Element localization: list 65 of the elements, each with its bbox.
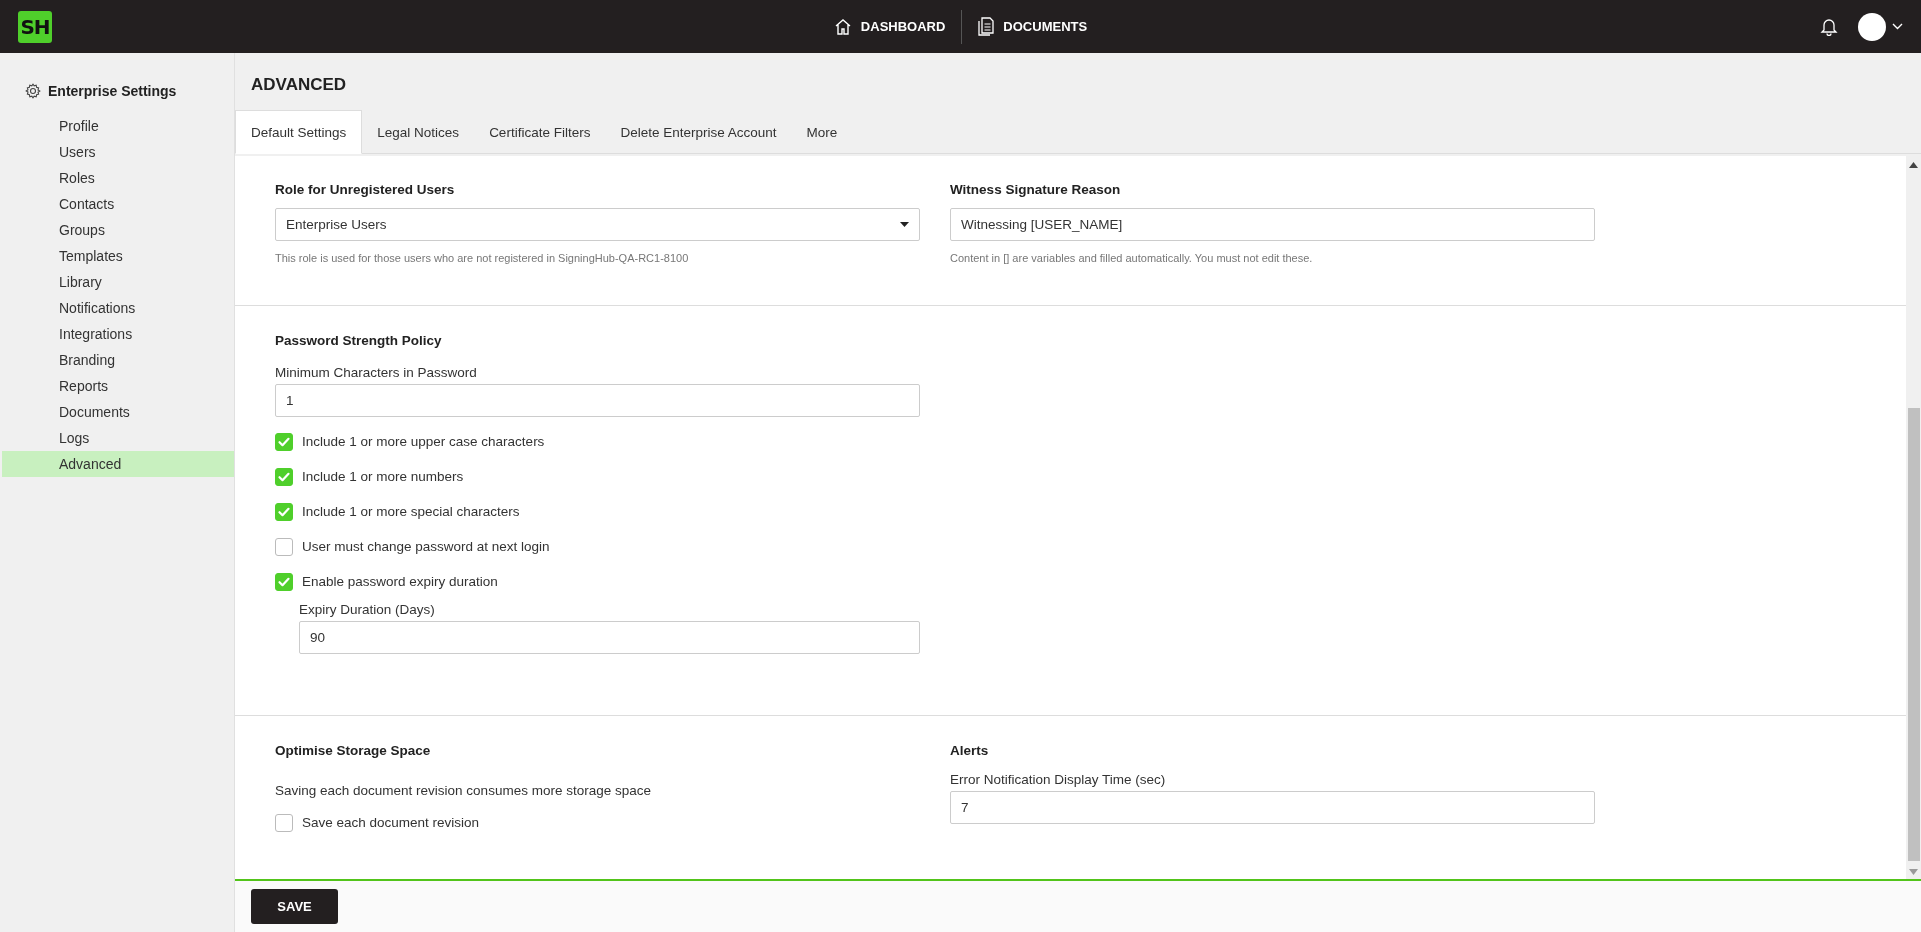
field-label: Expiry Duration (Days): [299, 601, 436, 619]
sidebar-item[interactable]: Templates: [2, 243, 234, 269]
scroll-down-arrow-icon[interactable]: [1909, 869, 1918, 875]
section-description: Saving each document revision consumes more storage space: [275, 783, 652, 800]
sidebar-title: Enterprise Settings: [48, 83, 177, 99]
scroll-up-arrow-icon[interactable]: [1909, 162, 1918, 168]
field-hint: This role is used for those users who are not registered in SigningHub-QA-RC1-8100: [275, 252, 690, 264]
checkbox-label: Include 1 or more numbers: [302, 469, 464, 484]
caret-icon: [900, 222, 909, 227]
notification-bell-icon[interactable]: [1820, 17, 1838, 36]
nav-link[interactable]: DASHBOARD: [817, 18, 962, 35]
tab[interactable]: More: [791, 110, 853, 154]
save-button[interactable]: SAVE: [251, 889, 338, 924]
field-hint: Content in [] are variables and filled automatically. You must not edit these.: [950, 252, 1314, 264]
sidebar-item[interactable]: Library: [2, 269, 234, 295]
sidebar-item[interactable]: Contacts: [2, 191, 234, 217]
sidebar-item[interactable]: Logs: [2, 425, 234, 451]
logo[interactable]: SH: [18, 10, 52, 43]
sidebar-item[interactable]: Groups: [2, 217, 234, 243]
input-field[interactable]: 7: [950, 791, 1595, 824]
tab[interactable]: Default Settings: [235, 110, 363, 154]
field-label: Error Notification Display Time (sec): [950, 771, 1167, 789]
checkbox-label: Enable password expiry duration: [302, 574, 498, 589]
section-heading: Witness Signature Reason: [950, 182, 1122, 199]
sidebar-item[interactable]: Branding: [2, 347, 234, 373]
nav-label: DASHBOARD: [860, 19, 946, 34]
section-heading: Alerts: [950, 743, 990, 760]
checkbox[interactable]: [275, 432, 293, 451]
checkbox-label: Include 1 or more upper case characters: [302, 434, 545, 449]
section-heading: Password Strength Policy: [275, 333, 443, 350]
input-field[interactable]: Witnessing [USER_NAME]: [950, 208, 1595, 241]
sidebar-item[interactable]: Reports: [2, 373, 234, 399]
checkbox-label: User must change password at next login: [302, 539, 550, 554]
sidebar-item[interactable]: Roles: [2, 165, 234, 191]
section-heading: Role for Unregistered Users: [275, 182, 456, 199]
sidebar-item[interactable]: Documents: [2, 399, 234, 425]
section-heading: Optimise Storage Space: [275, 743, 432, 760]
checkbox[interactable]: [275, 813, 293, 832]
sidebar-item[interactable]: Notifications: [2, 295, 234, 321]
page-title: ADVANCED: [250, 74, 348, 96]
avatar[interactable]: [1858, 12, 1886, 41]
tab[interactable]: Delete Enterprise Account: [605, 110, 792, 154]
document-icon: [978, 17, 995, 36]
home-icon: [833, 18, 852, 35]
checkbox[interactable]: [275, 502, 293, 521]
checkbox[interactable]: [275, 467, 293, 486]
checkbox[interactable]: [275, 537, 293, 556]
nav-link[interactable]: DOCUMENTS: [962, 17, 1104, 36]
tab[interactable]: Certificate Filters: [474, 110, 606, 154]
checkbox-label: Save each document revision: [302, 815, 480, 830]
sidebar-item[interactable]: Integrations: [2, 321, 234, 347]
sidebar-item[interactable]: Users: [2, 139, 234, 165]
input-field[interactable]: 1: [275, 384, 920, 417]
tab[interactable]: Legal Notices: [362, 110, 475, 154]
input-field[interactable]: 90: [299, 621, 920, 654]
sidebar-item[interactable]: Advanced: [2, 451, 234, 477]
settings-icon: [25, 83, 41, 99]
scrollbar[interactable]: [1906, 156, 1921, 879]
sidebar-item[interactable]: Profile: [2, 113, 234, 139]
caret-icon[interactable]: [1892, 23, 1903, 30]
checkbox[interactable]: [275, 572, 293, 591]
field-label: Minimum Characters in Password: [275, 364, 478, 382]
nav-label: DOCUMENTS: [1003, 19, 1088, 34]
checkbox-label: Include 1 or more special characters: [302, 504, 520, 519]
role-dropdown[interactable]: Enterprise Users: [275, 208, 920, 241]
